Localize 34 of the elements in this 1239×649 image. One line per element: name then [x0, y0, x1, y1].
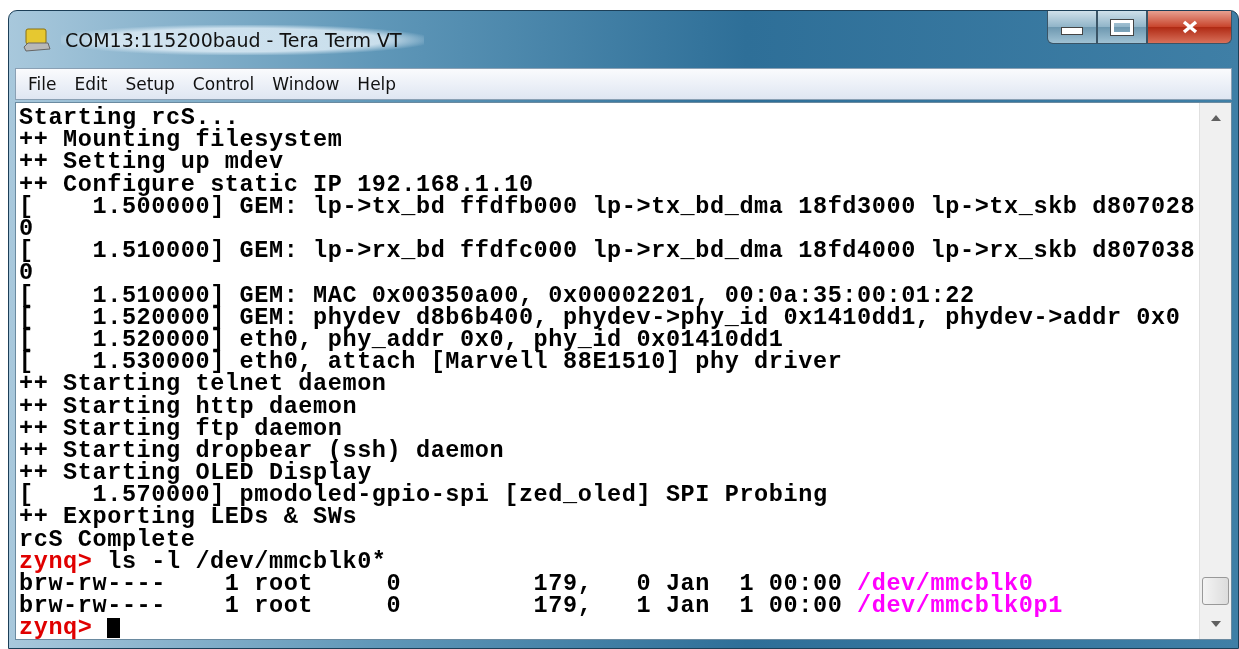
menu-item[interactable]: File [20, 74, 65, 94]
terminal-line: ++ Mounting filesystem [19, 129, 343, 152]
minimize-button[interactable] [1047, 11, 1097, 44]
scrollbar-thumb[interactable] [1202, 577, 1229, 605]
device-path: /dev/mmcblk0p1 [857, 595, 1063, 618]
terminal-app-icon [23, 26, 51, 53]
listing-line: brw-rw---- 1 root 0 179, 1 Jan 1 00:00 [19, 595, 843, 618]
shell-command: ls -l /dev/mmcblk0* [107, 550, 387, 573]
terminal-line: ++ Starting http daemon [19, 395, 358, 418]
scroll-down-icon[interactable] [1210, 621, 1221, 627]
menu-item[interactable]: Control [184, 74, 263, 94]
close-icon [1180, 20, 1199, 34]
terminal-line: ++ Exporting LEDs & SWs [19, 506, 358, 529]
terminal-line: rcS Complete [19, 528, 196, 551]
terminal-line: [ 1.500000] GEM: lp->tx_bd ffdfb000 lp->tx_bd_dma 18fd3000 lp->tx_skb d807028 [19, 195, 1196, 218]
terminal-line: [ 1.510000] GEM: lp->rx_bd ffdfc000 lp->rx_bd_dma 18fd4000 lp->rx_skb d807038 [19, 240, 1196, 263]
window-title: COM13:115200baud - Tera Term VT [61, 24, 424, 55]
terminal-line: 0 [19, 262, 34, 285]
terminal-line: [ 1.570000] pmodoled-gpio-spi [zed_oled] SPI Probing [19, 484, 828, 507]
close-button[interactable] [1147, 11, 1232, 44]
menu-item[interactable]: Help [349, 74, 405, 94]
terminal-line: ++ Starting telnet daemon [19, 373, 387, 396]
maximize-button[interactable] [1097, 11, 1147, 44]
menu-item[interactable]: Window [264, 74, 348, 94]
shell-prompt: zynq> [19, 617, 93, 639]
terminal-line: ++ Starting ftp daemon [19, 417, 343, 440]
menu-item[interactable]: Setup [117, 74, 183, 94]
terminal-line: ++ Setting up mdev [19, 151, 284, 174]
scroll-up-icon[interactable] [1210, 115, 1221, 121]
terminal-line: ++ Starting dropbear (ssh) daemon [19, 439, 505, 462]
shell-prompt: zynq> [19, 550, 93, 573]
menu-item[interactable]: Edit [66, 74, 116, 94]
vertical-scrollbar[interactable] [1199, 103, 1231, 639]
terminal-line: ++ Configure static IP 192.168.1.10 [19, 173, 534, 196]
